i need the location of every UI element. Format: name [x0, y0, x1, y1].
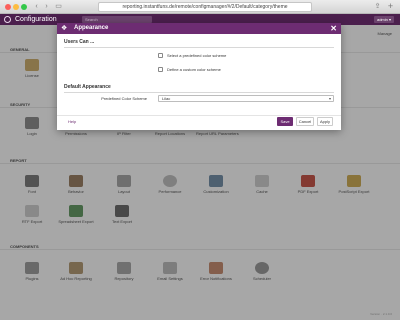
predefined-scheme-label: Predefined Color Scheme	[101, 96, 147, 101]
divider	[64, 47, 334, 48]
divider	[64, 92, 334, 93]
custom-scheme-checkbox[interactable]	[158, 67, 163, 72]
app-logo-icon	[4, 16, 11, 23]
plus-icon[interactable]: +	[386, 2, 395, 11]
predefined-scheme-value: Lilac	[162, 96, 171, 101]
share-icon[interactable]: ⇪	[373, 3, 382, 11]
users-can-heading: Users Can ...	[64, 39, 95, 45]
default-appearance-heading: Default Appearance	[64, 84, 111, 90]
chevron-down-icon: ▾	[328, 96, 331, 101]
app-title: Configuration	[15, 16, 57, 23]
save-button[interactable]: Save	[277, 117, 293, 126]
dialog-title: Appearance	[74, 25, 109, 31]
address-bar[interactable]: reporting.instantfuns.de/remote/configma…	[98, 2, 312, 12]
dialog-header: ❖ Appearance ✕	[57, 23, 341, 34]
search-input[interactable]: Search	[82, 16, 152, 23]
forward-icon[interactable]: ›	[42, 3, 51, 11]
help-link[interactable]: Help	[68, 119, 76, 125]
custom-scheme-option-label: Define a custom color scheme	[167, 67, 221, 72]
apply-button[interactable]: Apply	[317, 117, 333, 126]
predefined-scheme-select[interactable]: Lilac ▾	[158, 95, 334, 102]
dialog-footer-divider	[57, 115, 341, 116]
cancel-button[interactable]: Cancel	[296, 117, 314, 126]
close-icon[interactable]: ✕	[330, 24, 337, 33]
close-window-button[interactable]	[5, 4, 11, 10]
predefined-scheme-checkbox[interactable]	[158, 53, 163, 58]
maximize-window-button[interactable]	[21, 4, 27, 10]
back-icon[interactable]: ‹	[32, 3, 41, 11]
palette-icon: ❖	[61, 25, 68, 32]
user-menu[interactable]: admin ▾	[374, 16, 394, 23]
predefined-scheme-option-label: Select a predefined color scheme	[167, 53, 227, 58]
browser-toolbar: ‹ › ▭ reporting.instantfuns.de/remote/co…	[0, 0, 400, 14]
appearance-dialog: ❖ Appearance ✕ Users Can ... Select a pr…	[57, 23, 341, 130]
custom-scheme-option[interactable]: Define a custom color scheme	[158, 67, 221, 72]
sidebar-toggle-icon[interactable]: ▭	[54, 3, 63, 11]
minimize-window-button[interactable]	[13, 4, 19, 10]
predefined-scheme-option[interactable]: Select a predefined color scheme	[158, 53, 226, 58]
